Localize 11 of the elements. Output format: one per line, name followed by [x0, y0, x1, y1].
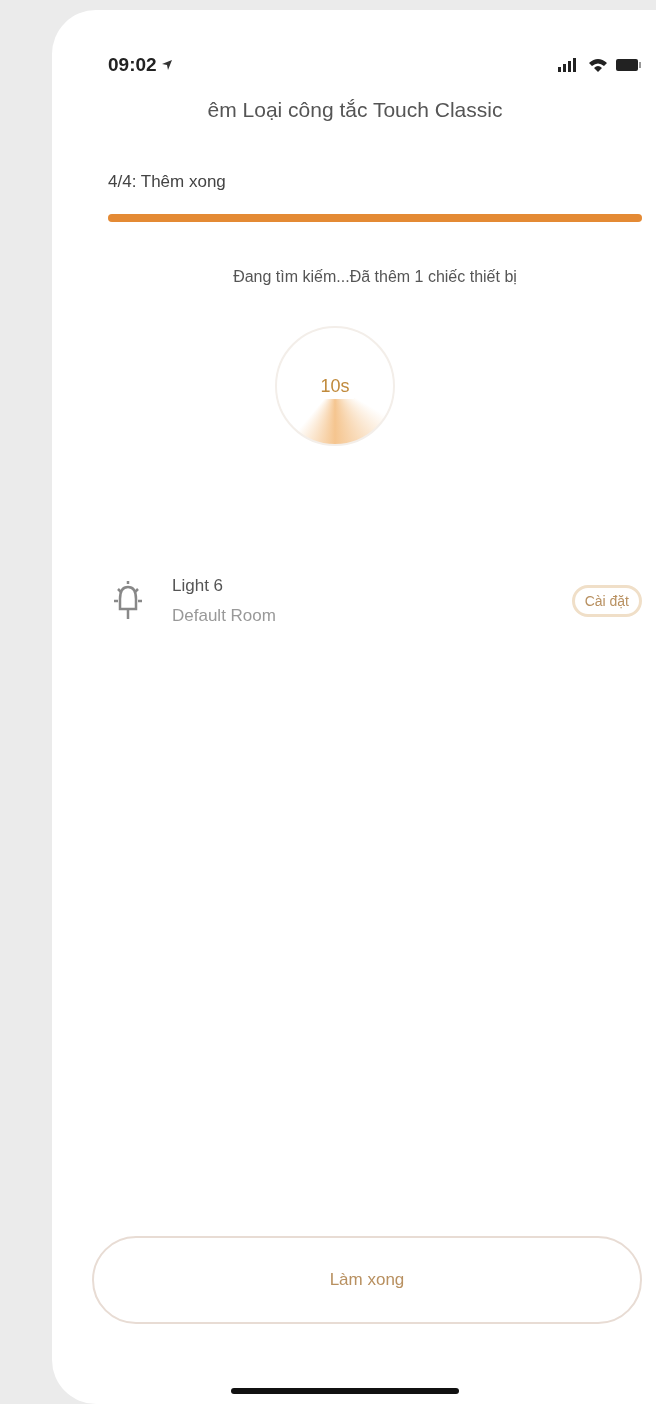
step-label: 4/4: Thêm xong — [108, 172, 227, 192]
device-room: Default Room — [172, 606, 277, 626]
device-name: Light 6 — [172, 576, 225, 596]
wifi-icon — [588, 58, 608, 72]
done-button[interactable]: Làm xong — [92, 1236, 642, 1324]
location-arrow-icon — [160, 59, 173, 71]
settings-button[interactable]: Cài đặt — [571, 585, 642, 617]
battery-icon — [616, 58, 642, 72]
search-status: Đang tìm kiếm...Đã thêm 1 chiếc thiết bị — [232, 268, 518, 286]
screen-title: êm Loại công tắc Touch Classic — [206, 98, 504, 122]
status-time: 09:02 — [108, 54, 157, 76]
